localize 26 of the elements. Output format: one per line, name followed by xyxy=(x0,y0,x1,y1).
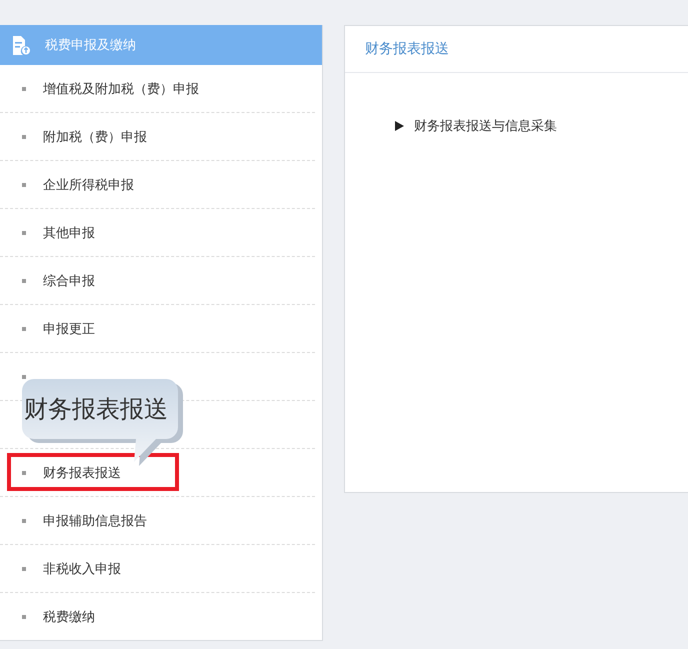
bullet-icon xyxy=(22,470,26,474)
panel-title: 财务报表报送 xyxy=(365,40,449,58)
menu-item[interactable]: 非税收入申报 xyxy=(43,560,121,578)
sidebar-title: 税费申报及缴纳 xyxy=(45,37,136,54)
menu-item[interactable]: 申报更正 xyxy=(43,320,95,338)
bullet-icon xyxy=(22,518,26,522)
bullet-icon xyxy=(22,278,26,282)
tree-item[interactable]: 财务报表报送与信息采集 xyxy=(395,117,557,135)
menu-item[interactable]: 企业所得税申报 xyxy=(43,176,134,194)
bullet-icon xyxy=(22,134,26,138)
menu-item[interactable]: 其他申报 xyxy=(43,224,95,242)
document-upload-icon xyxy=(12,35,30,55)
bullet-icon xyxy=(22,86,26,90)
bullet-icon xyxy=(22,326,26,330)
menu-item[interactable]: 税费缴纳 xyxy=(43,608,95,626)
bullet-icon xyxy=(22,566,26,570)
bullet-icon xyxy=(22,230,26,234)
bullet-icon xyxy=(22,182,26,186)
menu-item[interactable]: 综合申报 xyxy=(43,272,95,290)
bullet-icon xyxy=(22,374,26,378)
menu-item[interactable]: 申报辅助信息报告 xyxy=(43,512,147,530)
menu-item[interactable]: 增值税及附加税（费）申报 xyxy=(43,80,199,98)
bullet-icon xyxy=(22,614,26,618)
menu-item[interactable]: 附加税（费）申报 xyxy=(43,128,147,146)
callout-text: 财务报表报送 xyxy=(24,394,168,424)
menu-item[interactable]: 财务报表报送 xyxy=(43,464,121,482)
